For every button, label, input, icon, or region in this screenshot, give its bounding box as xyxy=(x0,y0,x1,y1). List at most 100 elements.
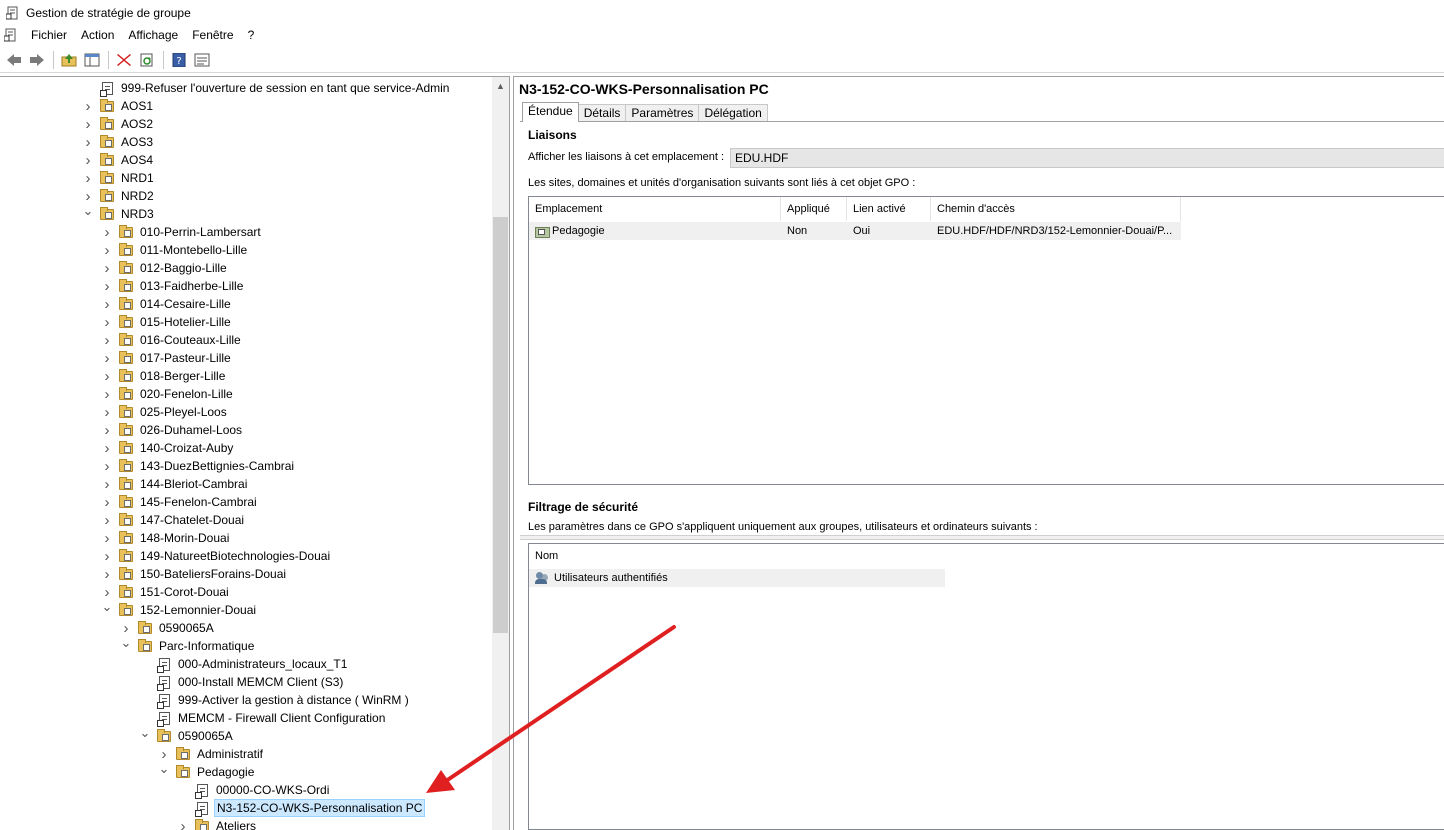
tree-item-ou[interactable]: › AOS4 xyxy=(82,151,155,169)
expand-chevron-icon[interactable]: › xyxy=(101,440,113,457)
tree-item-ou[interactable]: › Ateliers xyxy=(177,817,258,830)
expand-chevron-icon[interactable]: › xyxy=(82,152,94,169)
expand-chevron-icon[interactable]: › xyxy=(101,512,113,529)
collapse-chevron-icon[interactable]: ⌄ xyxy=(158,761,170,776)
tree-item-ou[interactable]: › NRD1 xyxy=(82,169,156,187)
console-menu-icon[interactable] xyxy=(3,28,18,42)
tree-item-gpo[interactable]: 000-Install MEMCM Client (S3) xyxy=(139,673,345,691)
tree-item-ou[interactable]: ⌄ Pedagogie xyxy=(158,761,256,781)
expand-chevron-icon[interactable]: › xyxy=(101,566,113,583)
up-folder-icon[interactable] xyxy=(58,50,79,70)
tree-item-gpo[interactable]: N3-152-CO-WKS-Personnalisation PC xyxy=(177,799,426,817)
menu-action[interactable]: Action xyxy=(74,26,121,44)
col-chemin[interactable]: Chemin d'accès xyxy=(931,197,1181,221)
tree-item-ou[interactable]: › 020-Fenelon-Lille xyxy=(101,385,235,403)
tree-item-ou[interactable]: › 143-DuezBettignies-Cambrai xyxy=(101,457,296,475)
menu-fenetre[interactable]: Fenêtre xyxy=(185,26,240,44)
links-list[interactable]: Emplacement Appliqué Lien activé Chemin … xyxy=(528,196,1444,485)
tree-item-ou[interactable]: › 025-Pleyel-Loos xyxy=(101,403,229,421)
expand-chevron-icon[interactable]: › xyxy=(101,584,113,601)
tree-item-ou[interactable]: ⌄ 0590065A xyxy=(139,725,235,745)
expand-chevron-icon[interactable]: › xyxy=(101,386,113,403)
tree-item-ou[interactable]: › 148-Morin-Douai xyxy=(101,529,231,547)
tab-etendue[interactable]: Étendue xyxy=(522,102,579,122)
col-emplacement[interactable]: Emplacement xyxy=(529,197,781,221)
tree-item-ou[interactable]: › 017-Pasteur-Lille xyxy=(101,349,233,367)
table-row[interactable]: Utilisateurs authentifiés xyxy=(529,569,945,587)
expand-chevron-icon[interactable]: › xyxy=(101,242,113,259)
tab-delegation[interactable]: Délégation xyxy=(698,104,768,122)
collapse-chevron-icon[interactable]: ⌄ xyxy=(139,725,151,740)
menu-fichier[interactable]: Fichier xyxy=(24,26,74,44)
expand-chevron-icon[interactable]: › xyxy=(82,116,94,133)
col-lien-active[interactable]: Lien activé xyxy=(847,197,931,221)
tree-item-ou[interactable]: › 151-Corot-Douai xyxy=(101,583,231,601)
tree-scrollbar[interactable]: ▲ xyxy=(492,77,509,830)
tree-item-ou[interactable]: › 144-Bleriot-Cambrai xyxy=(101,475,249,493)
tree-item-ou[interactable]: › 0590065A xyxy=(120,619,216,637)
tree-item-ou[interactable]: › 026-Duhamel-Loos xyxy=(101,421,244,439)
expand-chevron-icon[interactable]: › xyxy=(101,494,113,511)
expand-chevron-icon[interactable]: › xyxy=(101,368,113,385)
expand-chevron-icon[interactable]: › xyxy=(101,296,113,313)
tab-parametres[interactable]: Paramètres xyxy=(625,104,700,122)
tree-item-ou[interactable]: › AOS2 xyxy=(82,115,155,133)
location-dropdown[interactable]: EDU.HDF xyxy=(730,148,1444,168)
expand-chevron-icon[interactable]: › xyxy=(101,422,113,439)
tree-item-ou[interactable]: › 016-Couteaux-Lille xyxy=(101,331,243,349)
col-nom[interactable]: Nom xyxy=(529,544,945,568)
tree-item-ou[interactable]: › 011-Montebello-Lille xyxy=(101,241,249,259)
tree-item-ou[interactable]: › AOS1 xyxy=(82,97,155,115)
menu-help[interactable]: ? xyxy=(241,26,262,44)
tree-item-ou[interactable]: › 010-Perrin-Lambersart xyxy=(101,223,263,241)
show-hide-tree-icon[interactable] xyxy=(81,50,102,70)
tree-item-gpo[interactable]: 999-Refuser l'ouverture de session en ta… xyxy=(82,79,451,97)
properties-icon[interactable] xyxy=(191,50,212,70)
delete-icon[interactable] xyxy=(113,50,134,70)
tree-item-ou[interactable]: ⌄ 152-Lemonnier-Douai xyxy=(101,599,258,619)
tree-item-ou[interactable]: › 013-Faidherbe-Lille xyxy=(101,277,245,295)
expand-chevron-icon[interactable]: › xyxy=(101,548,113,565)
tree-item-ou[interactable]: › 150-BateliersForains-Douai xyxy=(101,565,288,583)
back-icon[interactable] xyxy=(3,50,24,70)
forward-icon[interactable] xyxy=(26,50,47,70)
tree-item-ou[interactable]: › Administratif xyxy=(158,745,265,763)
tree-item-ou[interactable]: › 015-Hotelier-Lille xyxy=(101,313,233,331)
col-applique[interactable]: Appliqué xyxy=(781,197,847,221)
scroll-up-icon[interactable]: ▲ xyxy=(492,77,509,94)
tree-item-gpo[interactable]: 00000-CO-WKS-Ordi xyxy=(177,781,331,799)
expand-chevron-icon[interactable]: › xyxy=(101,260,113,277)
collapse-chevron-icon[interactable]: ⌄ xyxy=(101,599,113,614)
tab-details[interactable]: Détails xyxy=(577,104,627,122)
expand-chevron-icon[interactable]: › xyxy=(101,350,113,367)
tree-item-gpo[interactable]: 000-Administrateurs_locaux_T1 xyxy=(139,655,349,673)
tree-item-ou[interactable]: › 140-Croizat-Auby xyxy=(101,439,235,457)
expand-chevron-icon[interactable]: › xyxy=(82,170,94,187)
expand-chevron-icon[interactable]: › xyxy=(101,404,113,421)
tree-item-ou[interactable]: › 018-Berger-Lille xyxy=(101,367,227,385)
help-icon[interactable]: ? xyxy=(168,50,189,70)
expand-chevron-icon[interactable]: › xyxy=(120,620,132,637)
expand-chevron-icon[interactable]: › xyxy=(158,746,170,763)
expand-chevron-icon[interactable]: › xyxy=(101,530,113,547)
expand-chevron-icon[interactable]: › xyxy=(101,476,113,493)
tree-item-ou[interactable]: ⌄ NRD3 xyxy=(82,203,156,223)
tree-item-ou[interactable]: ⌄ Parc-Informatique xyxy=(120,635,256,655)
refresh-icon[interactable] xyxy=(136,50,157,70)
expand-chevron-icon[interactable]: › xyxy=(101,278,113,295)
scroll-thumb[interactable] xyxy=(493,217,508,633)
tree-item-ou[interactable]: › 147-Chatelet-Douai xyxy=(101,511,246,529)
expand-chevron-icon[interactable]: › xyxy=(82,98,94,115)
console-tree[interactable]: 999-Refuser l'ouverture de session en ta… xyxy=(0,76,510,830)
security-list[interactable]: Nom Utilisateurs authentifiés xyxy=(528,543,1444,830)
expand-chevron-icon[interactable]: › xyxy=(82,188,94,205)
tree-item-ou[interactable]: › 149-NatureetBiotechnologies-Douai xyxy=(101,547,332,565)
expand-chevron-icon[interactable]: › xyxy=(101,314,113,331)
expand-chevron-icon[interactable]: › xyxy=(101,332,113,349)
expand-chevron-icon[interactable]: › xyxy=(177,818,189,830)
tree-item-gpo[interactable]: 999-Activer la gestion à distance ( WinR… xyxy=(139,691,411,709)
tree-item-ou[interactable]: › AOS3 xyxy=(82,133,155,151)
table-row[interactable]: Pedagogie Non Oui EDU.HDF/HDF/NRD3/152-L… xyxy=(529,222,1181,240)
menu-affichage[interactable]: Affichage xyxy=(121,26,185,44)
collapse-chevron-icon[interactable]: ⌄ xyxy=(82,203,94,218)
